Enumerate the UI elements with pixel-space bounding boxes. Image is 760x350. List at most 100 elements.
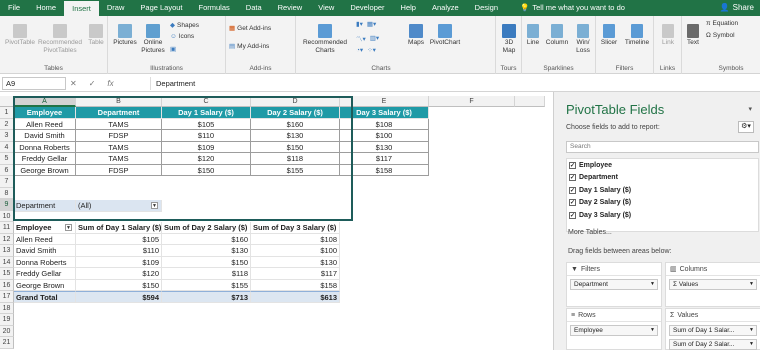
tab-file[interactable]: File: [0, 0, 28, 16]
row-header-18[interactable]: 18: [0, 302, 14, 314]
pivot-header-cell[interactable]: Sum of Day 2 Salary ($): [162, 222, 251, 234]
link-button[interactable]: Link: [658, 24, 678, 47]
equation-button[interactable]: π Equation: [706, 20, 738, 27]
maps-button[interactable]: Maps: [406, 24, 426, 47]
tab-draw[interactable]: Draw: [99, 0, 133, 16]
row-header-12[interactable]: 12: [0, 233, 14, 245]
row-header-3[interactable]: 3: [0, 130, 14, 142]
row-header-4[interactable]: 4: [0, 141, 14, 153]
share-button[interactable]: 👤 Share: [720, 0, 754, 16]
columns-area[interactable]: ▥ Columns Σ Values ▼: [665, 262, 760, 307]
row-header-7[interactable]: 7: [0, 176, 14, 188]
source-cell[interactable]: $100: [340, 130, 429, 142]
more-tables-link[interactable]: More Tables...: [568, 229, 612, 236]
symbol-button[interactable]: Ω Symbol: [706, 32, 735, 39]
tell-me-box[interactable]: 💡 Tell me what you want to do: [512, 0, 633, 16]
pivot-cell[interactable]: Donna Roberts: [14, 256, 76, 268]
source-cell[interactable]: $109: [162, 141, 251, 153]
row-header-19[interactable]: 19: [0, 314, 14, 326]
values-chip-day1[interactable]: Sum of Day 1 Salar... ▼: [669, 325, 757, 336]
pivot-cell[interactable]: $108: [251, 233, 340, 245]
icons-button[interactable]: ☺ Icons: [170, 33, 194, 40]
source-header-cell[interactable]: Day 1 Salary ($): [162, 107, 251, 119]
row-header-9[interactable]: 9: [0, 199, 14, 211]
row-header-5[interactable]: 5: [0, 153, 14, 165]
rows-chip-employee[interactable]: Employee ▼: [570, 325, 658, 336]
tab-analyze[interactable]: Analyze: [424, 0, 467, 16]
source-cell[interactable]: $110: [162, 130, 251, 142]
source-cell[interactable]: $150: [251, 141, 340, 153]
tab-page-layout[interactable]: Page Layout: [132, 0, 190, 16]
source-cell[interactable]: FDSP: [76, 164, 162, 176]
field-search-input[interactable]: Search: [566, 141, 759, 153]
pivot-cell[interactable]: $150: [76, 279, 162, 291]
cancel-icon[interactable]: ✕: [70, 77, 77, 90]
source-cell[interactable]: $105: [162, 118, 251, 130]
sparkline-line-button[interactable]: Line: [525, 24, 541, 47]
pictures-button[interactable]: Pictures: [112, 24, 138, 47]
pivot-cell[interactable]: $130: [162, 245, 251, 257]
pivot-cell[interactable]: $130: [251, 256, 340, 268]
chip-dropdown-icon[interactable]: ▼: [749, 326, 754, 335]
name-box[interactable]: A9: [2, 77, 66, 90]
row-header-8[interactable]: 8: [0, 187, 14, 199]
select-all-corner[interactable]: [0, 96, 14, 107]
pivot-cell[interactable]: $105: [76, 233, 162, 245]
source-cell[interactable]: $158: [340, 164, 429, 176]
hierarchy-chart-icon[interactable]: ▦▾: [367, 20, 376, 28]
source-cell[interactable]: Donna Roberts: [14, 141, 76, 153]
tab-help[interactable]: Help: [393, 0, 424, 16]
filters-chip-department[interactable]: Department ▼: [570, 279, 658, 290]
row-header-13[interactable]: 13: [0, 245, 14, 257]
pivot-cell[interactable]: $118: [162, 268, 251, 280]
tab-insert[interactable]: Insert: [64, 0, 99, 16]
row-header-6[interactable]: 6: [0, 164, 14, 176]
tab-home[interactable]: Home: [28, 0, 64, 16]
scatter-chart-icon[interactable]: ⁘▾: [367, 46, 376, 54]
chip-dropdown-icon[interactable]: ▼: [650, 326, 655, 335]
column-chart-icon[interactable]: ▮▾: [356, 20, 363, 28]
checkbox-icon[interactable]: ✓: [569, 161, 576, 169]
chip-dropdown-icon[interactable]: ▼: [650, 280, 655, 289]
checkbox-icon[interactable]: ✓: [569, 174, 576, 182]
3d-map-button[interactable]: 3D Map: [498, 24, 520, 55]
chip-dropdown-icon[interactable]: ▼: [749, 280, 754, 289]
source-header-cell[interactable]: Day 2 Salary ($): [251, 107, 340, 119]
source-cell[interactable]: $108: [340, 118, 429, 130]
pivot-header-cell[interactable]: Employee ▼: [14, 222, 76, 234]
pivot-cell[interactable]: George Brown: [14, 279, 76, 291]
column-header-c[interactable]: C: [162, 96, 251, 107]
shapes-button[interactable]: ◆ Shapes: [170, 21, 199, 30]
source-header-cell[interactable]: Department: [76, 107, 162, 119]
row-header-17[interactable]: 17: [0, 291, 14, 303]
sparkline-winloss-button[interactable]: Win/ Loss: [572, 24, 594, 55]
source-cell[interactable]: Allen Reed: [14, 118, 76, 130]
row-header-21[interactable]: 21: [0, 337, 14, 349]
column-header-e[interactable]: E: [340, 96, 429, 107]
source-cell[interactable]: $130: [340, 141, 429, 153]
pivot-cell[interactable]: $155: [162, 279, 251, 291]
worksheet-grid[interactable]: A B C D E F 1 2 3 4 5 6 7 8 9 10 11 12 13 14 15 16 17 18 1…: [0, 96, 545, 350]
my-addins-button[interactable]: ▤ My Add-ins: [229, 42, 269, 51]
pivot-cell[interactable]: $117: [251, 268, 340, 280]
chip-dropdown-icon[interactable]: ▼: [749, 340, 754, 349]
field-item-day1[interactable]: ✓ Day 1 Salary ($): [567, 184, 758, 197]
slicer-button[interactable]: Slicer: [598, 24, 620, 47]
grand-total-cell[interactable]: $594: [76, 291, 162, 303]
table-button[interactable]: Table: [86, 24, 106, 47]
pivot-header-cell[interactable]: Sum of Day 3 Salary ($): [251, 222, 340, 234]
source-cell[interactable]: $118: [251, 153, 340, 165]
checkbox-icon[interactable]: ✓: [569, 211, 576, 219]
line-chart-icon[interactable]: 〽▾: [356, 33, 366, 43]
source-header-cell[interactable]: Day 3 Salary ($): [340, 107, 429, 119]
values-chip-day2[interactable]: Sum of Day 2 Salar... ▼: [669, 339, 757, 350]
source-cell[interactable]: $117: [340, 153, 429, 165]
row-header-16[interactable]: 16: [0, 279, 14, 291]
filter-dropdown-icon[interactable]: ▼: [151, 202, 158, 209]
row-header-14[interactable]: 14: [0, 256, 14, 268]
source-cell[interactable]: TAMS: [76, 141, 162, 153]
columns-chip-values[interactable]: Σ Values ▼: [669, 279, 757, 290]
source-header-cell[interactable]: Employee: [14, 107, 76, 119]
tab-data[interactable]: Data: [238, 0, 270, 16]
fx-icon[interactable]: fx: [107, 77, 113, 90]
